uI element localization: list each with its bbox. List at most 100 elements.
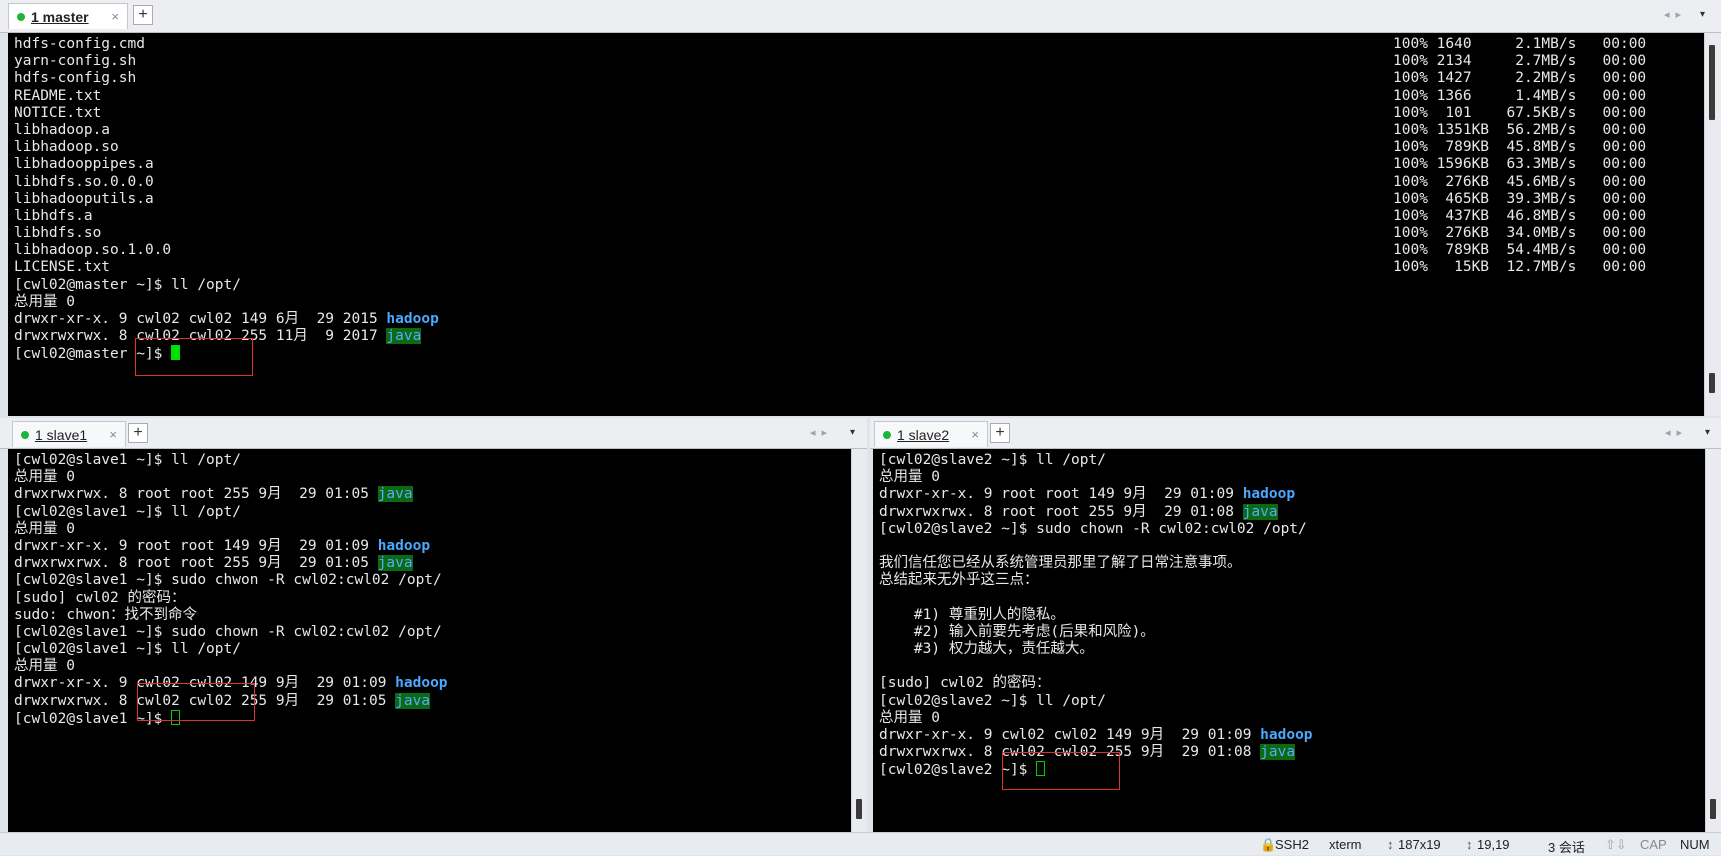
slave2-pane: 1 slave2 × + ◂▸ ▾ [cwl02@slave2 ~]$ ll /… bbox=[870, 418, 1721, 833]
dir-name-highlighted: java bbox=[395, 692, 431, 709]
transfer-stat-line: 100% 15KB 12.7MB/s 00:00 bbox=[1393, 259, 1647, 276]
owner-highlight-box bbox=[1002, 752, 1120, 790]
terminal-text: yarn-config.sh bbox=[14, 53, 137, 70]
close-tab-icon[interactable]: × bbox=[971, 427, 979, 442]
tab-list-dropdown-icon[interactable]: ▾ bbox=[1700, 9, 1705, 20]
slave2-scrollbar[interactable] bbox=[1705, 449, 1721, 833]
terminal-line: libhdfs.a bbox=[14, 208, 439, 225]
dir-name: hadoop bbox=[377, 537, 431, 554]
master-scrollbar[interactable] bbox=[1704, 33, 1721, 416]
terminal-text: [cwl02@slave2 ~]$ ll /opt/ bbox=[879, 452, 1106, 468]
master-terminal[interactable]: hdfs-config.cmd yarn-config.sh hdfs-config… bbox=[8, 33, 1704, 416]
terminal-text: #2) 输入前要先考虑(后果和风险)。 bbox=[879, 623, 1155, 640]
terminal-line: #2) 输入前要先考虑(后果和风险)。 bbox=[879, 624, 1313, 641]
master-output: hdfs-config.cmd yarn-config.sh hdfs-config… bbox=[14, 36, 439, 363]
terminal-text: 我们信任您已经从系统管理员那里了解了日常注意事项。 bbox=[879, 555, 1242, 572]
transfer-stat-line: 100% 1366 1.4MB/s 00:00 bbox=[1393, 87, 1647, 104]
terminal-text: libhadoop.so.1.0.0 bbox=[14, 242, 172, 259]
terminal-line: [cwl02@slave1 ~]$ sudo chown -R cwl02:cw… bbox=[14, 624, 448, 641]
owner-highlight-box bbox=[135, 338, 253, 376]
terminal-text: hdfs-config.sh bbox=[14, 70, 137, 87]
terminal-text: [cwl02@slave2 ~]$ sudo chown -R cwl02:cw… bbox=[879, 520, 1307, 537]
terminal-text: libhadoop.a bbox=[14, 121, 111, 138]
terminal-line: drwxr-xr-x. 9 cwl02 cwl02 149 9月 29 01:0… bbox=[879, 727, 1313, 744]
terminal-text: drwxr-xr-x. 9 cwl02 cwl02 149 6月 29 2015 bbox=[14, 311, 387, 327]
close-tab-icon[interactable]: × bbox=[111, 9, 119, 24]
terminal-text: libhadooputils.a bbox=[14, 190, 154, 207]
terminal-line: drwxr-xr-x. 9 root root 149 9月 29 01:09 … bbox=[879, 486, 1313, 503]
session-nav-arrows-icon[interactable]: ⇧⇩ bbox=[1605, 837, 1627, 853]
tab-list-dropdown-icon[interactable]: ▾ bbox=[1705, 427, 1710, 438]
master-tabbar: 1 master × + ◂▸ ▾ bbox=[0, 0, 1721, 33]
terminal-line: LICENSE.txt bbox=[14, 259, 439, 276]
transfer-stat-line: 100% 789KB 54.4MB/s 00:00 bbox=[1393, 242, 1647, 259]
terminal-line: libhdfs.so bbox=[14, 225, 439, 242]
terminal-line: #1) 尊重别人的隐私。 bbox=[879, 607, 1313, 624]
position-icon: ↕ bbox=[1466, 837, 1473, 852]
tab-list-dropdown-icon[interactable]: ▾ bbox=[850, 427, 855, 438]
tab-slave2[interactable]: 1 slave2 × bbox=[874, 421, 988, 447]
dir-name: hadoop bbox=[1242, 486, 1296, 503]
terminal-line: libhadoop.a bbox=[14, 122, 439, 139]
terminal-text: [cwl02@slave1 ~]$ ll /opt/ bbox=[14, 503, 241, 520]
terminal-line: [cwl02@slave1 ~]$ ll /opt/ bbox=[14, 641, 448, 658]
tab-master[interactable]: 1 master × bbox=[8, 3, 128, 29]
terminal-line: hdfs-config.cmd bbox=[14, 36, 439, 53]
transfer-stat-line: 100% 1596KB 63.3MB/s 00:00 bbox=[1393, 156, 1647, 173]
terminal-line: #3) 权力越大，责任越大。 bbox=[879, 641, 1313, 658]
slave2-terminal[interactable]: [cwl02@slave2 ~]$ ll /opt/总用量 0 drwxr-xr-… bbox=[873, 449, 1705, 833]
dir-name-highlighted: java bbox=[386, 328, 422, 345]
size-icon: ↕ bbox=[1387, 837, 1394, 852]
terminal-line: [cwl02@slave2 ~]$ sudo chown -R cwl02:cw… bbox=[879, 521, 1313, 538]
slave1-scroll-thumb[interactable] bbox=[856, 799, 862, 819]
slave1-pane: 1 slave1 × + ◂▸ ▾ [cwl02@slave1 ~]$ ll /… bbox=[0, 418, 867, 833]
terminal-text: 总用量 0 bbox=[14, 520, 75, 537]
terminal-text: #3) 权力越大，责任越大。 bbox=[879, 641, 1094, 658]
terminal-text: drwxr-xr-x. 9 root root 149 9月 29 01:09 bbox=[14, 537, 378, 554]
terminal-line: 总用量 0 bbox=[879, 710, 1313, 727]
terminal-text: [sudo] cwl02 的密码： bbox=[879, 675, 1051, 692]
lock-icon: 🔒 bbox=[1260, 837, 1277, 852]
terminal-line: 总用量 0 bbox=[14, 658, 448, 675]
tab-scroll-arrows[interactable]: ◂▸ bbox=[810, 426, 833, 439]
tab-slave2-label: 1 slave2 bbox=[897, 426, 950, 443]
terminal-text: [cwl02@slave1 ~]$ ll /opt/ bbox=[14, 641, 241, 658]
terminal-line: 总用量 0 bbox=[14, 294, 439, 311]
terminal-text: libhadooppipes.a bbox=[14, 156, 154, 173]
status-cursor-pos: 19,19 bbox=[1477, 837, 1510, 852]
terminal-line: README.txt bbox=[14, 88, 439, 105]
tab-scroll-arrows[interactable]: ◂▸ bbox=[1665, 426, 1688, 439]
close-tab-icon[interactable]: × bbox=[109, 427, 117, 442]
slave1-scrollbar[interactable] bbox=[851, 449, 867, 833]
terminal-text: #1) 尊重别人的隐私。 bbox=[879, 606, 1065, 623]
connected-icon bbox=[883, 430, 891, 439]
tab-master-label: 1 master bbox=[31, 8, 89, 25]
terminal-text: [sudo] cwl02 的密码： bbox=[14, 589, 186, 606]
add-tab-button[interactable]: + bbox=[133, 5, 153, 25]
transfer-stat-line: 100% 276KB 45.6MB/s 00:00 bbox=[1393, 173, 1647, 190]
add-tab-button[interactable]: + bbox=[128, 423, 148, 443]
terminal-line: [cwl02@slave2 ~]$ ll /opt/ bbox=[879, 693, 1313, 710]
status-protocol: SSH2 bbox=[1275, 837, 1309, 852]
terminal-text: LICENSE.txt bbox=[14, 259, 111, 276]
terminal-text: [cwl02@slave2 ~]$ ll /opt/ bbox=[879, 692, 1106, 709]
tab-slave1[interactable]: 1 slave1 × bbox=[12, 421, 126, 447]
terminal-line: yarn-config.sh bbox=[14, 53, 439, 70]
transfer-stat-line: 100% 1427 2.2MB/s 00:00 bbox=[1393, 70, 1647, 87]
status-sessions: 3 会话 bbox=[1548, 840, 1585, 855]
slave2-scroll-thumb[interactable] bbox=[1710, 799, 1716, 819]
terminal-line: [cwl02@master ~]$ ll /opt/ bbox=[14, 277, 439, 294]
dir-name: hadoop bbox=[395, 675, 448, 692]
slave1-terminal[interactable]: [cwl02@slave1 ~]$ ll /opt/总用量 0 drwxrwxrw… bbox=[8, 449, 851, 833]
master-scroll-marker bbox=[1709, 373, 1715, 393]
add-tab-button[interactable]: + bbox=[990, 423, 1010, 443]
terminal-text: 总用量 0 bbox=[879, 469, 940, 486]
terminal-line: 总用量 0 bbox=[879, 469, 1313, 486]
terminal-text: 总用量 0 bbox=[14, 293, 75, 310]
master-scroll-thumb[interactable] bbox=[1709, 45, 1715, 120]
tab-scroll-arrows[interactable]: ◂▸ bbox=[1664, 8, 1687, 21]
status-size: 187x19 bbox=[1398, 837, 1441, 852]
owner-highlight-box bbox=[137, 683, 255, 721]
transfer-stats: 100% 1640 2.1MB/s 00:00 100% 2134 2.7MB/s… bbox=[1393, 36, 1646, 277]
